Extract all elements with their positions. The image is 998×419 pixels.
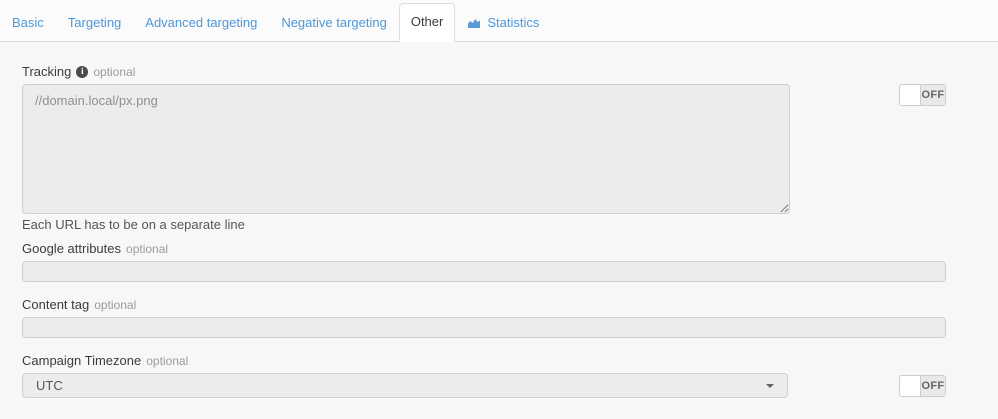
google-attributes-optional-label: optional (126, 242, 168, 256)
tab-statistics-label: Statistics (487, 15, 539, 30)
tab-statistics[interactable]: Statistics (455, 4, 551, 41)
chevron-down-icon (766, 384, 774, 392)
tab-negative-targeting[interactable]: Negative targeting (269, 4, 399, 41)
content-tag-input[interactable] (22, 317, 946, 338)
campaign-timezone-optional-label: optional (146, 354, 188, 368)
tab-bar: Basic Targeting Advanced targeting Negat… (0, 0, 998, 42)
tab-targeting[interactable]: Targeting (56, 4, 133, 41)
content-tag-label: Content tag (22, 297, 89, 312)
tab-basic[interactable]: Basic (0, 4, 56, 41)
tracking-textarea[interactable]: //domain.local/px.png (22, 84, 790, 214)
tracking-optional-label: optional (93, 65, 135, 79)
tab-other[interactable]: Other (399, 3, 456, 42)
google-attributes-label: Google attributes (22, 241, 121, 256)
tab-advanced-targeting[interactable]: Advanced targeting (133, 4, 269, 41)
campaign-timezone-selected-value: UTC (36, 378, 63, 393)
tracking-toggle-state: OFF (921, 85, 945, 105)
tracking-help-text: Each URL has to be on a separate line (22, 217, 946, 232)
campaign-timezone-toggle[interactable]: OFF (899, 375, 946, 397)
campaign-timezone-select[interactable]: UTC (22, 373, 788, 398)
tracking-label-row: Tracking i optional (22, 64, 946, 79)
content-tag-label-row: Content tag optional (22, 297, 946, 312)
other-tab-panel: Tracking i optional //domain.local/px.pn… (0, 42, 946, 398)
toggle-knob (900, 376, 921, 396)
google-attributes-input[interactable] (22, 261, 946, 282)
campaign-timezone-label-row: Campaign Timezone optional (22, 353, 946, 368)
toggle-knob (900, 85, 921, 105)
google-attributes-label-row: Google attributes optional (22, 241, 946, 256)
tracking-toggle[interactable]: OFF (899, 84, 946, 106)
info-icon[interactable]: i (76, 66, 88, 78)
campaign-timezone-label: Campaign Timezone (22, 353, 141, 368)
campaign-timezone-toggle-state: OFF (921, 376, 945, 396)
tracking-label: Tracking (22, 64, 71, 79)
area-chart-icon (467, 17, 481, 29)
content-tag-optional-label: optional (94, 298, 136, 312)
